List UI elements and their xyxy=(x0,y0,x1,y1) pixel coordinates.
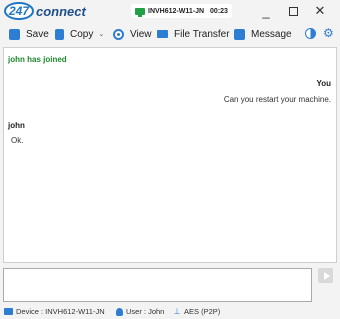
monitor-icon xyxy=(4,308,13,315)
user-status: User : John xyxy=(116,305,164,318)
copy-label: Copy xyxy=(70,28,94,40)
view-icon xyxy=(113,28,124,40)
status-bar: Device : INVH612-W11-JN User : John ⊥ AE… xyxy=(0,305,340,318)
title-bar: 247 connect INVH612-W11-JN 00:23 _ ✕ xyxy=(0,0,340,22)
minimize-button[interactable]: _ xyxy=(256,1,276,21)
file-transfer-label: File Transfer xyxy=(174,28,230,40)
copy-icon xyxy=(55,28,64,40)
maximize-icon xyxy=(288,6,298,16)
device-label: Device : INVH612-W11-JN xyxy=(16,307,105,316)
maximize-button[interactable] xyxy=(283,1,303,21)
file-transfer-button[interactable]: File Transfer xyxy=(157,24,230,44)
message-text: Ok. xyxy=(11,136,24,145)
theme-toggle-icon[interactable] xyxy=(305,28,316,39)
logo-text: connect xyxy=(36,3,86,19)
logo-badge: 247 xyxy=(4,2,34,20)
toolbar: Save Copy ⌄ View File Transfer Message ⚙ xyxy=(0,24,340,44)
close-button[interactable]: ✕ xyxy=(310,1,330,21)
message-icon xyxy=(234,28,245,40)
session-indicator: INVH612-W11-JN 00:23 xyxy=(131,4,232,18)
chat-panel[interactable]: john has joined You Can you restart your… xyxy=(3,47,337,263)
folder-icon xyxy=(157,30,168,38)
chat-window: 247 connect INVH612-W11-JN 00:23 _ ✕ Sav… xyxy=(0,0,340,319)
send-button[interactable] xyxy=(318,268,333,283)
save-icon xyxy=(9,28,20,40)
app-logo: 247 connect xyxy=(4,2,86,20)
send-icon xyxy=(323,271,330,280)
encryption-status: ⊥ AES (P2P) xyxy=(173,305,221,318)
message-text: Can you restart your machine. xyxy=(223,95,331,104)
encryption-label: AES (P2P) xyxy=(184,307,221,316)
view-label: View xyxy=(130,28,152,40)
save-button[interactable]: Save xyxy=(9,24,49,44)
copy-button[interactable]: Copy ⌄ xyxy=(55,24,104,44)
monitor-icon xyxy=(135,7,145,17)
device-status: Device : INVH612-W11-JN xyxy=(4,305,105,318)
session-timer: 00:23 xyxy=(210,7,228,15)
message-label: Message xyxy=(251,28,292,40)
message-sender: john xyxy=(8,121,25,130)
user-label: User : John xyxy=(126,307,165,316)
network-icon: ⊥ xyxy=(173,307,181,316)
message-input[interactable] xyxy=(3,268,312,302)
message-sender: You xyxy=(316,79,331,88)
system-message: john has joined xyxy=(8,55,67,64)
message-button[interactable]: Message xyxy=(234,24,292,44)
user-icon xyxy=(116,307,123,316)
view-button[interactable]: View xyxy=(113,24,152,44)
gear-icon[interactable]: ⚙ xyxy=(323,26,334,40)
save-label: Save xyxy=(26,28,49,40)
chevron-down-icon: ⌄ xyxy=(98,31,105,38)
session-name: INVH612-W11-JN xyxy=(148,7,205,15)
